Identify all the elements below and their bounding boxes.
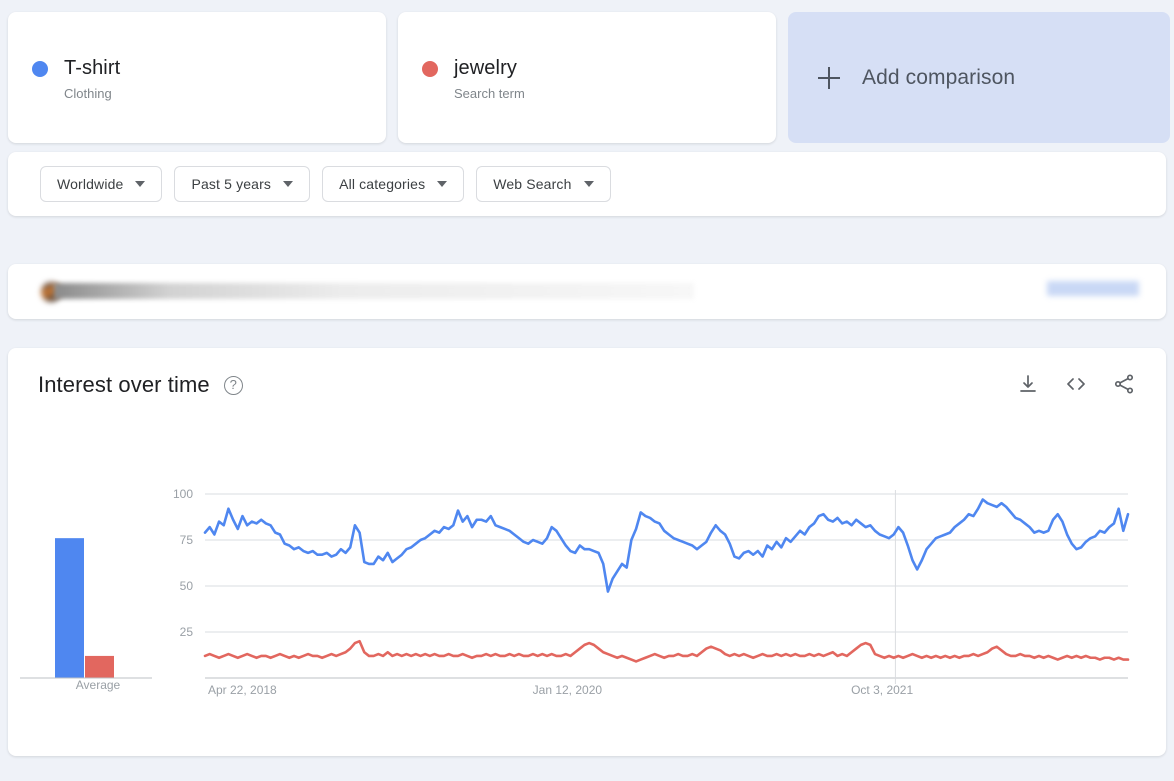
- average-bar-category-label: Average: [75, 678, 121, 692]
- term-card-1-title: T-shirt: [64, 57, 121, 79]
- series-dot-blue: [32, 61, 48, 77]
- series-dot-red: [422, 61, 438, 77]
- placeholder-text-bar: [54, 283, 694, 299]
- y-axis-tick: 50: [180, 579, 194, 593]
- y-axis-tick: 75: [180, 533, 194, 547]
- filter-searchtype-dropdown[interactable]: Web Search: [476, 166, 611, 202]
- placeholder-action-chip: [1047, 281, 1139, 296]
- filter-location-label: Worldwide: [57, 176, 124, 192]
- x-axis-tick: Apr 22, 2018: [208, 683, 277, 697]
- chart-line-t-shirt: [203, 498, 1130, 593]
- filter-bar: Worldwide Past 5 years All categories We…: [8, 152, 1166, 216]
- filter-timerange-dropdown[interactable]: Past 5 years: [174, 166, 311, 202]
- filter-searchtype-label: Web Search: [493, 176, 572, 192]
- interest-over-time-chart: 100 75 50 25 Apr 22, 2018 Jan 12, 2020 Oct 3, …: [20, 487, 1130, 697]
- trends-page: T-shirt Clothing jewelry Search term Add…: [0, 0, 1174, 781]
- add-comparison-button[interactable]: Add comparison: [788, 12, 1170, 143]
- filter-category-label: All categories: [339, 176, 426, 192]
- add-comparison-label: Add comparison: [862, 65, 1016, 89]
- chevron-down-icon: [135, 181, 146, 187]
- y-axis-tick: 25: [180, 625, 194, 639]
- term-card-2[interactable]: jewelry Search term: [398, 12, 776, 143]
- term-card-1-content: T-shirt Clothing: [32, 56, 120, 104]
- term-card-2-content: jewelry Search term: [422, 56, 525, 104]
- plus-icon: [818, 66, 840, 89]
- filter-timerange-label: Past 5 years: [191, 176, 272, 192]
- y-axis-tick: 100: [173, 487, 193, 501]
- term-card-1-subtitle: Clothing: [64, 86, 112, 101]
- x-axis-tick: Jan 12, 2020: [533, 683, 603, 697]
- chevron-down-icon: [583, 181, 594, 187]
- chart-line-jewelry: [203, 639, 1130, 663]
- term-card-1-texts: T-shirt Clothing: [64, 56, 120, 104]
- term-card-1[interactable]: T-shirt Clothing: [8, 12, 386, 143]
- x-axis-tick: Oct 3, 2021: [851, 683, 913, 697]
- chevron-down-icon: [283, 181, 294, 187]
- chevron-down-icon: [437, 181, 448, 187]
- filter-category-dropdown[interactable]: All categories: [322, 166, 465, 202]
- term-card-2-title: jewelry: [454, 57, 517, 79]
- average-bar-jewelry: [85, 655, 114, 678]
- interest-over-time-card: Interest over time ? 100 75 50 25 Apr 22…: [8, 348, 1166, 756]
- term-card-2-subtitle: Search term: [454, 86, 525, 101]
- search-terms-row: T-shirt Clothing jewelry Search term Add…: [8, 12, 1170, 143]
- term-card-2-texts: jewelry Search term: [454, 56, 525, 104]
- loading-placeholder-card: [8, 264, 1166, 319]
- filter-location-dropdown[interactable]: Worldwide: [40, 166, 163, 202]
- add-comparison-content: Add comparison: [788, 66, 1015, 90]
- average-bar-t-shirt: [55, 538, 84, 678]
